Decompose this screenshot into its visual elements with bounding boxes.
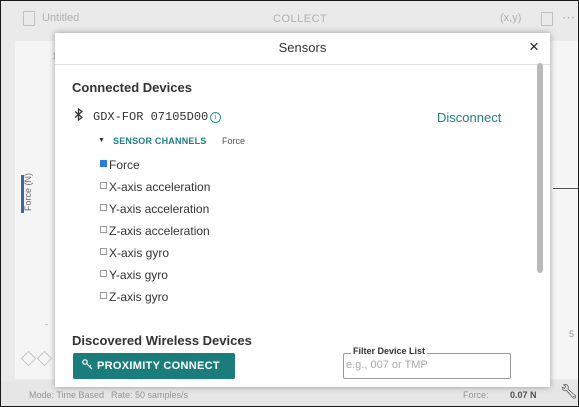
filter-input[interactable] bbox=[346, 358, 506, 372]
channel-label: X-axis acceleration bbox=[109, 180, 211, 194]
channel-checkbox[interactable] bbox=[100, 226, 107, 233]
dialog-title: Sensors bbox=[278, 40, 327, 55]
dialog-scrollbar[interactable] bbox=[537, 63, 543, 273]
device-name: GDX-FOR 07105D00 bbox=[93, 110, 209, 124]
channel-item-x-gyro[interactable]: X-axis gyro bbox=[100, 246, 169, 262]
proximity-connect-button[interactable]: PROXIMITY CONNECT bbox=[73, 353, 235, 379]
sensor-channels-label[interactable]: SENSOR CHANNELS bbox=[113, 136, 207, 146]
channel-item-z-acceleration[interactable]: Z-axis acceleration bbox=[100, 224, 210, 240]
key-icon bbox=[82, 359, 93, 373]
channel-item-y-gyro[interactable]: Y-axis gyro bbox=[100, 268, 168, 284]
channel-item-y-acceleration[interactable]: Y-axis acceleration bbox=[100, 202, 209, 218]
filter-label: Filter Device List bbox=[351, 346, 428, 356]
sensor-channels-summary: Force bbox=[222, 136, 246, 146]
channel-label: Z-axis gyro bbox=[109, 290, 169, 304]
channel-checkbox[interactable] bbox=[100, 204, 107, 211]
channel-label: Y-axis acceleration bbox=[109, 202, 210, 216]
close-icon[interactable]: × bbox=[525, 37, 543, 57]
channel-item-z-gyro[interactable]: Z-axis gyro bbox=[100, 290, 168, 306]
channel-checkbox[interactable] bbox=[100, 248, 107, 255]
connected-devices-heading: Connected Devices bbox=[72, 80, 192, 95]
channel-checkbox[interactable] bbox=[100, 270, 107, 277]
channel-item-force[interactable]: Force bbox=[100, 158, 140, 174]
channel-item-x-acceleration[interactable]: X-axis acceleration bbox=[100, 180, 210, 196]
channel-label: Force bbox=[109, 158, 140, 172]
channel-label: X-axis gyro bbox=[109, 246, 170, 260]
channel-checkbox[interactable] bbox=[100, 292, 107, 299]
channel-checkbox[interactable] bbox=[100, 182, 107, 189]
dialog-header: Sensors × bbox=[55, 33, 550, 65]
channel-label: Z-axis acceleration bbox=[109, 224, 210, 238]
proximity-connect-label: PROXIMITY CONNECT bbox=[97, 360, 220, 372]
bluetooth-icon bbox=[74, 107, 84, 124]
channel-checkbox[interactable] bbox=[100, 160, 107, 167]
channel-label: Y-axis gyro bbox=[109, 268, 168, 282]
app-window: Untitled COLLECT (x,y) ⋯ 1 Force (N) - 5… bbox=[0, 0, 579, 407]
sensors-dialog: Sensors × Connected Devices GDX-FOR 0710… bbox=[55, 33, 550, 387]
info-icon[interactable]: i bbox=[210, 112, 221, 123]
discovered-devices-heading: Discovered Wireless Devices bbox=[72, 333, 252, 348]
disconnect-button[interactable]: Disconnect bbox=[437, 110, 501, 125]
caret-down-icon[interactable]: ▼ bbox=[98, 137, 105, 144]
